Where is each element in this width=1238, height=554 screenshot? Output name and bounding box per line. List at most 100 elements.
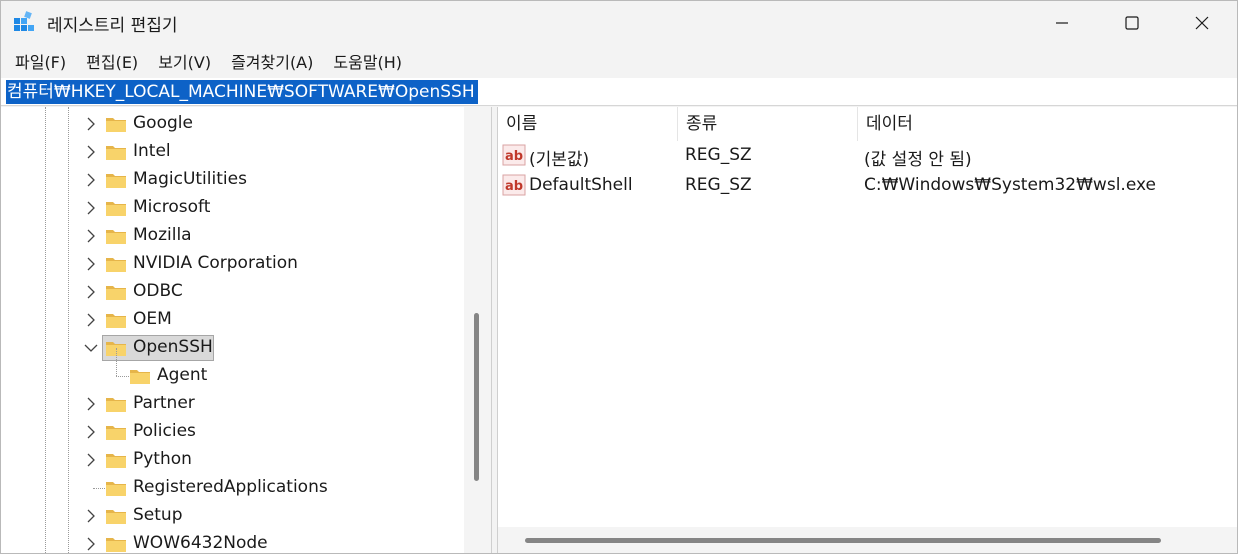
tree-item-label: Policies [133, 421, 196, 441]
folder-icon [106, 258, 126, 272]
folder-icon [106, 174, 126, 188]
chevron-right-icon[interactable] [81, 198, 101, 218]
menu-view[interactable]: 보기(V) [148, 49, 221, 73]
tree-item-label: ODBC [133, 281, 183, 301]
tree-item-label: Agent [157, 365, 208, 385]
maximize-icon [1125, 16, 1139, 30]
tree-item-label: WOW6432Node [133, 533, 268, 553]
chevron-right-icon[interactable] [81, 394, 101, 414]
folder-icon [106, 118, 126, 132]
list-header: 이름 종류 데이터 [498, 107, 1237, 141]
tree-connector-line [116, 348, 117, 376]
tree-item-label: Partner [133, 393, 195, 413]
chevron-right-icon[interactable] [81, 422, 101, 442]
window-title: 레지스트리 편집기 [47, 16, 178, 36]
value-name-cell: DefaultShell [529, 175, 633, 195]
tree-item[interactable]: Python [1, 446, 463, 474]
tree-item[interactable]: RegisteredApplications [1, 474, 463, 502]
key-tree-pane[interactable]: Google Intel MagicUtilities Microsoft Mozill… [1, 107, 491, 553]
svg-text:ab: ab [505, 149, 523, 164]
address-path[interactable]: 컴퓨터₩HKEY_LOCAL_MACHINE₩SOFTWARE₩OpenSSH [6, 80, 478, 104]
tree-item[interactable]: NVIDIA Corporation [1, 250, 463, 278]
tree-item-label: Setup [133, 505, 183, 525]
value-name-cell: (기본값) [529, 150, 590, 170]
value-row[interactable]: ab (기본값) REG_SZ (값 설정 안 됨) [498, 141, 1237, 171]
pane-splitter[interactable] [491, 107, 498, 553]
folder-icon [130, 370, 150, 384]
tree-item[interactable]: ODBC [1, 278, 463, 306]
folder-icon [106, 426, 126, 440]
tree-item-label: Mozilla [133, 225, 192, 245]
folder-icon [106, 454, 126, 468]
tree-item[interactable]: Agent [1, 348, 463, 390]
tree-item-label: Python [133, 449, 192, 469]
value-data-cell: C:₩Windows₩System32₩wsl.exe [864, 175, 1156, 195]
folder-icon [106, 286, 126, 300]
minimize-icon [1056, 22, 1068, 24]
menu-edit[interactable]: 편집(E) [76, 49, 148, 73]
chevron-right-icon[interactable] [81, 534, 101, 553]
tree-item[interactable]: OEM [1, 306, 463, 334]
tree-item-label: OpenSSH [133, 337, 213, 357]
list-horizontal-scrollbar[interactable] [498, 527, 1237, 553]
menu-help[interactable]: 도움말(H) [323, 49, 412, 73]
menu-bar: 파일(F) 편집(E) 보기(V) 즐겨찾기(A) 도움말(H) [1, 47, 1237, 75]
chevron-right-icon[interactable] [81, 142, 101, 162]
chevron-right-icon[interactable] [81, 506, 101, 526]
tree-item[interactable]: Microsoft [1, 194, 463, 222]
maximize-button[interactable] [1097, 1, 1167, 45]
tree-item[interactable]: Intel [1, 138, 463, 166]
column-header-name[interactable]: 이름 [498, 107, 678, 141]
folder-icon [106, 202, 126, 216]
tree-item[interactable]: Setup [1, 502, 463, 530]
tree-vertical-scrollbar[interactable] [464, 107, 491, 553]
folder-icon [106, 538, 126, 552]
column-header-data[interactable]: 데이터 [858, 107, 1237, 141]
value-list-pane[interactable]: 이름 종류 데이터 ab (기본값) REG_SZ (값 설정 안 됨) ab Defau… [498, 107, 1237, 553]
tree-item-label: Google [133, 113, 193, 133]
folder-icon [106, 230, 126, 244]
address-bar[interactable]: 컴퓨터₩HKEY_LOCAL_MACHINE₩SOFTWARE₩OpenSSH [1, 78, 1237, 106]
title-bar[interactable]: 레지스트리 편집기 [1, 1, 1237, 45]
tree-item-label: Microsoft [133, 197, 211, 217]
registry-editor-window: 레지스트리 편집기 파일(F) 편집(E) 보기(V) 즐겨찾기(A) 도움말(… [0, 0, 1238, 554]
chevron-down-icon[interactable] [81, 338, 101, 358]
registry-editor-icon [14, 11, 34, 31]
tree-item[interactable]: Policies [1, 418, 463, 446]
tree-item-label: MagicUtilities [133, 169, 247, 189]
tree-item[interactable]: Google [1, 110, 463, 138]
tree-item-label: RegisteredApplications [133, 477, 328, 497]
chevron-right-icon[interactable] [81, 170, 101, 190]
tree-item[interactable]: Partner [1, 390, 463, 418]
tree-scrollbar-thumb[interactable] [474, 313, 479, 481]
folder-icon [106, 314, 126, 328]
close-button[interactable] [1167, 1, 1237, 45]
chevron-right-icon[interactable] [81, 450, 101, 470]
string-value-icon: ab [502, 144, 526, 166]
value-row[interactable]: ab DefaultShell REG_SZ C:₩Windows₩System32₩… [498, 171, 1237, 201]
chevron-right-icon[interactable] [81, 114, 101, 134]
tree-item[interactable]: OpenSSH [1, 334, 463, 362]
value-data-cell: (값 설정 안 됨) [864, 150, 972, 170]
folder-icon [106, 146, 126, 160]
tree-item[interactable]: MagicUtilities [1, 166, 463, 194]
chevron-right-icon[interactable] [81, 226, 101, 246]
list-scrollbar-thumb[interactable] [525, 538, 1161, 543]
svg-text:ab: ab [505, 179, 523, 194]
chevron-right-icon[interactable] [81, 282, 101, 302]
tree-item-label: Intel [133, 141, 171, 161]
tree-connector-line [116, 376, 129, 377]
chevron-right-icon[interactable] [81, 310, 101, 330]
chevron-right-icon[interactable] [81, 254, 101, 274]
minimize-button[interactable] [1027, 1, 1097, 45]
close-icon [1195, 16, 1209, 30]
menu-favorites[interactable]: 즐겨찾기(A) [221, 49, 323, 73]
tree-connector-line [93, 488, 105, 489]
column-header-type[interactable]: 종류 [678, 107, 858, 141]
menu-file[interactable]: 파일(F) [5, 49, 76, 73]
tree-item[interactable]: Mozilla [1, 222, 463, 250]
folder-icon [106, 510, 126, 524]
tree-item[interactable]: WOW6432Node [1, 530, 463, 553]
folder-icon [106, 398, 126, 412]
string-value-icon: ab [502, 174, 526, 196]
